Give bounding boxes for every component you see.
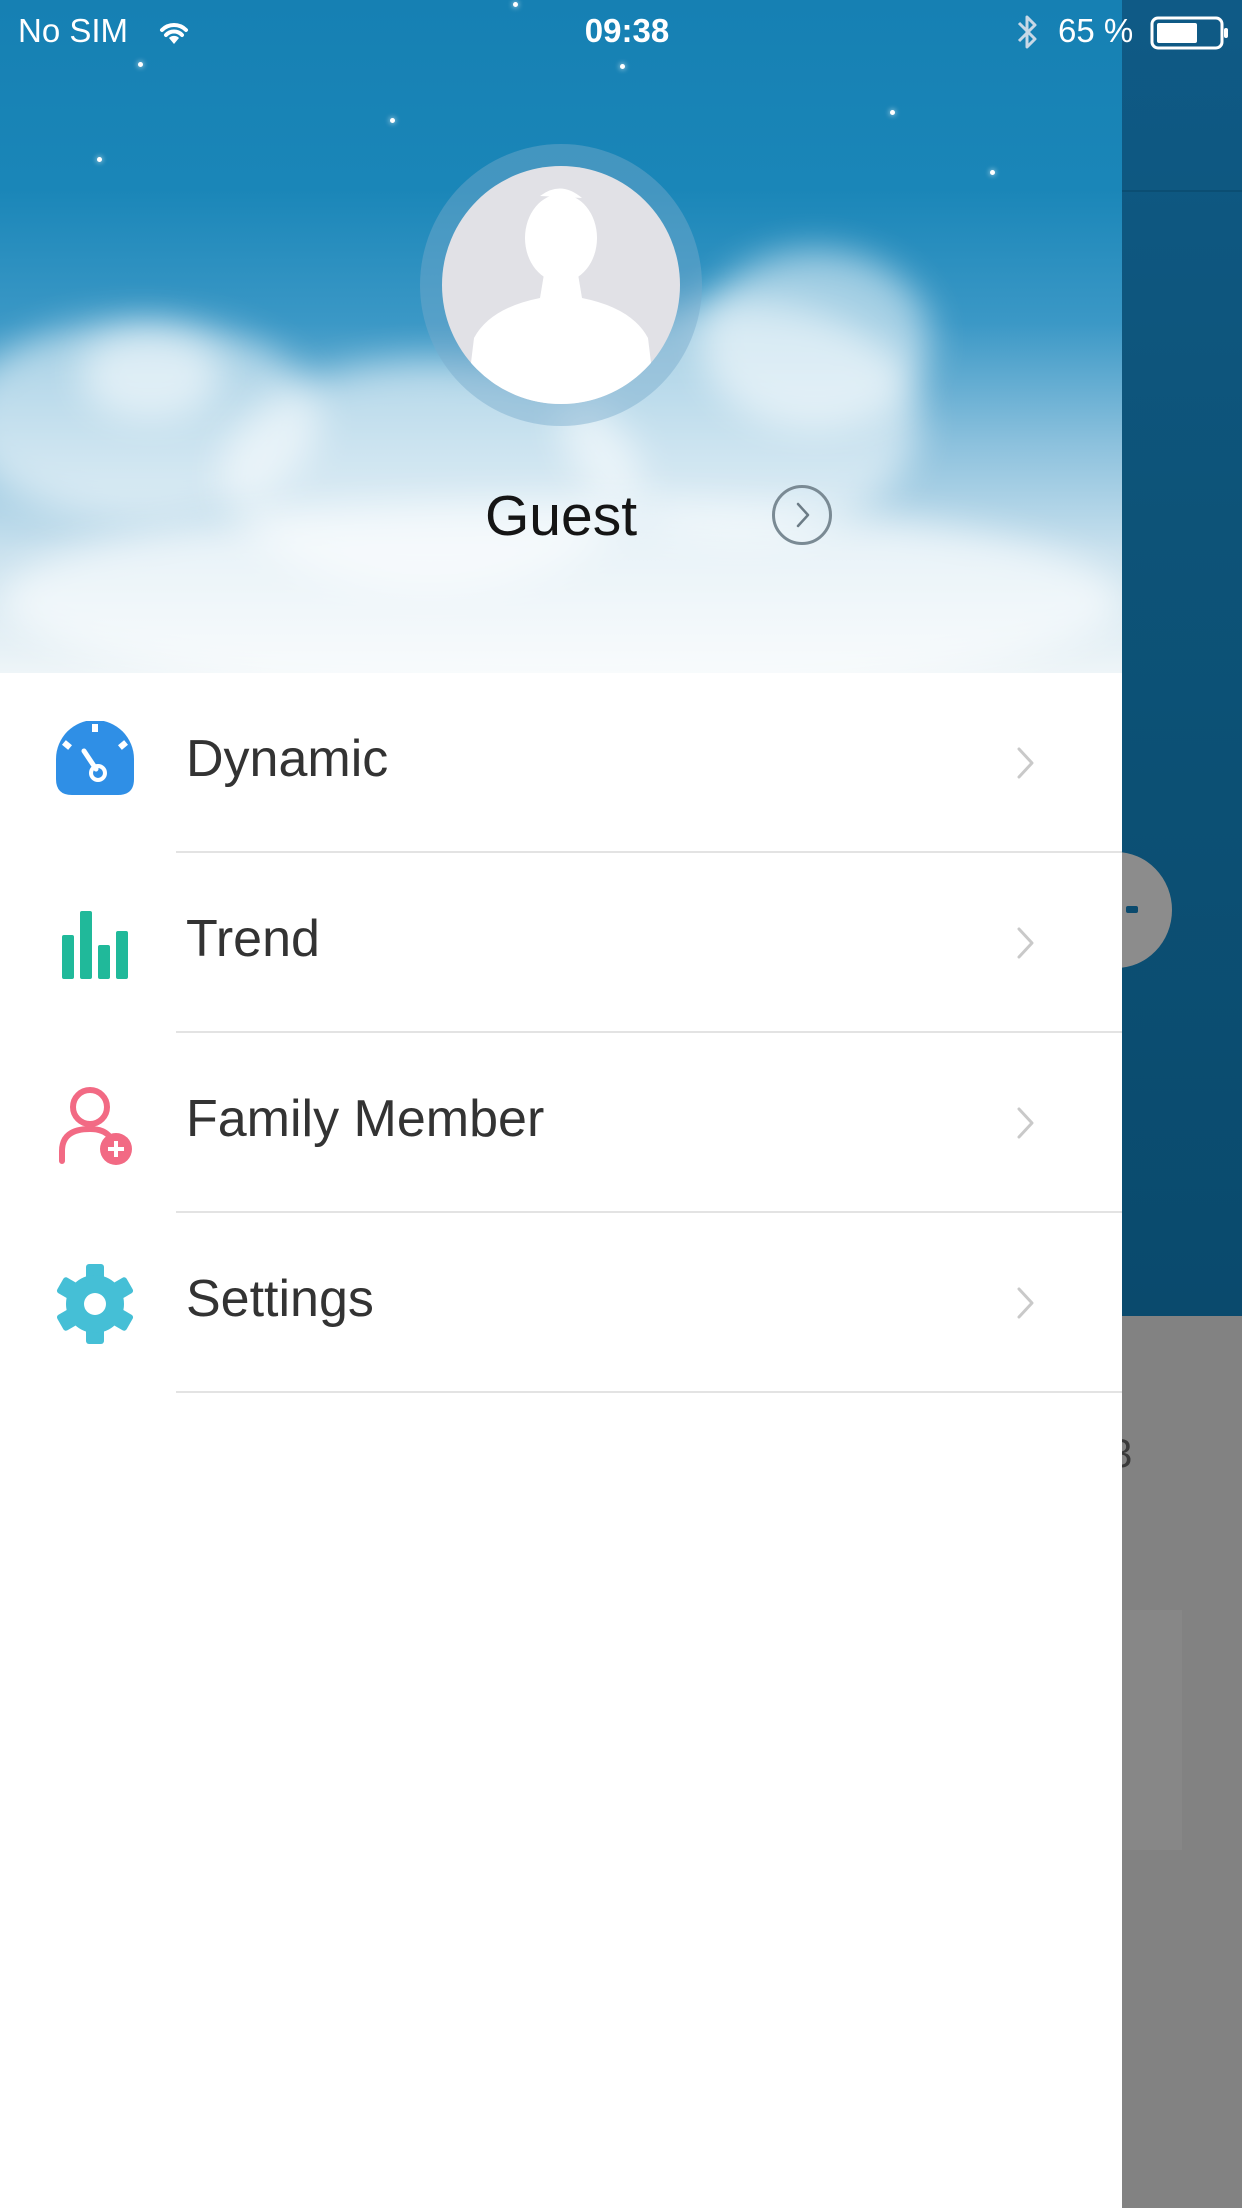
chevron-right-icon	[1014, 1283, 1038, 1328]
chevron-right-icon	[1014, 743, 1038, 788]
chevron-right-icon	[1014, 1103, 1038, 1148]
profile-arrow-button[interactable]	[772, 485, 832, 545]
menu-item-settings[interactable]: Settings	[0, 1213, 1122, 1393]
status-bar: No SIM 09:38 65 %	[0, 0, 1242, 64]
menu-item-trend[interactable]: Trend	[0, 853, 1122, 1033]
gear-icon	[52, 1261, 138, 1347]
status-time: 09:38	[584, 12, 670, 49]
navigation-drawer: Guest Dynamic Trend Family Member Settin…	[0, 0, 1122, 2208]
avatar[interactable]	[442, 166, 680, 404]
menu-item-family-member[interactable]: Family Member	[0, 1033, 1122, 1213]
chevron-right-icon	[1014, 923, 1038, 968]
add-person-icon	[52, 1081, 138, 1167]
menu-item-dynamic[interactable]: Dynamic	[0, 673, 1122, 853]
background-divider	[1122, 190, 1242, 192]
default-user-icon	[466, 188, 656, 404]
menu-label-trend: Trend	[186, 910, 320, 968]
dashboard-gauge-icon	[52, 720, 138, 807]
drawer-header: Guest	[0, 0, 1122, 673]
battery-icon	[1150, 16, 1230, 58]
menu-label-settings: Settings	[186, 1270, 374, 1328]
menu-divider	[176, 1391, 1122, 1393]
menu-label-family-member: Family Member	[186, 1090, 545, 1148]
chevron-right-icon	[796, 502, 810, 528]
battery-percentage: 65 %	[1058, 12, 1134, 49]
user-name[interactable]: Guest	[0, 483, 1122, 549]
bluetooth-icon	[1013, 12, 1041, 60]
menu-label-dynamic: Dynamic	[186, 730, 389, 788]
bar-chart-icon	[52, 901, 138, 987]
background-card	[1122, 1610, 1182, 1850]
